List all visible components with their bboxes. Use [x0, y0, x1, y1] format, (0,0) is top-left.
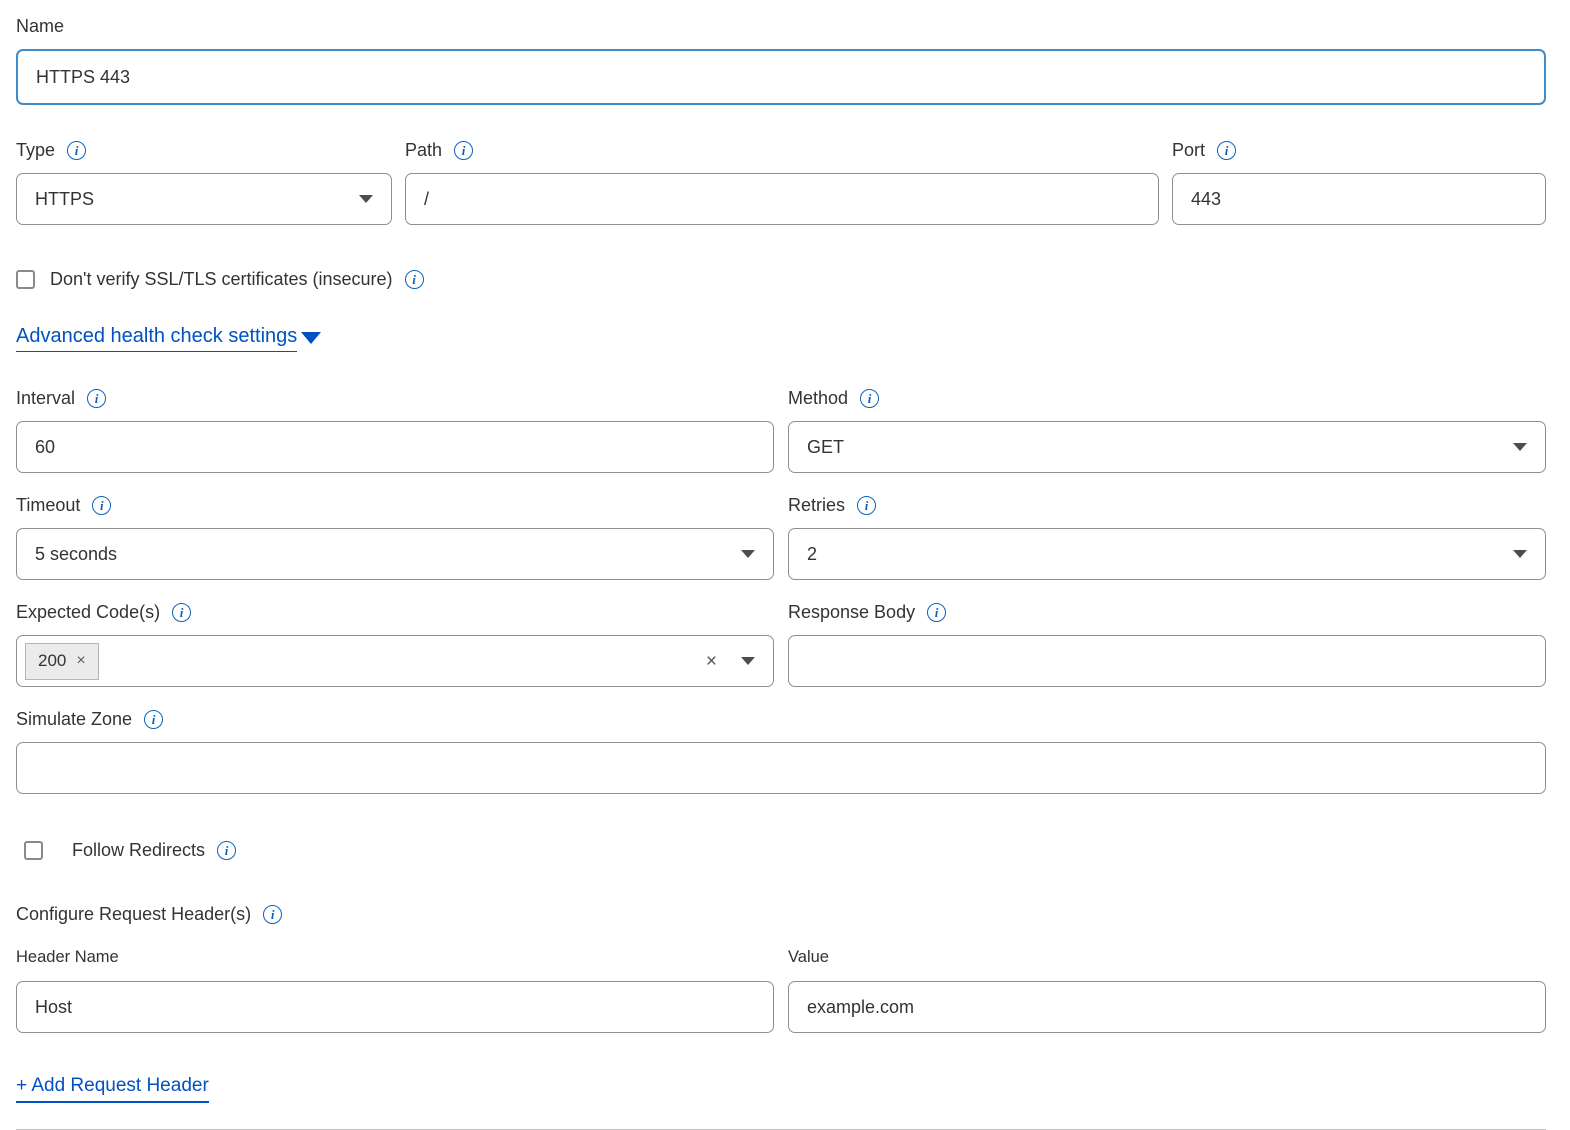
request-headers-section-label: Configure Request Header(s) — [16, 902, 251, 926]
retries-select[interactable]: 2 — [788, 528, 1546, 580]
info-icon[interactable]: i — [217, 841, 236, 860]
header-name-field-group: Header Name — [16, 948, 774, 1033]
name-field-group: Name — [16, 14, 1546, 105]
header-name-column-label: Header Name — [16, 948, 119, 967]
retries-label: Retries — [788, 493, 845, 517]
ssl-verify-row: Don't verify SSL/TLS certificates (insec… — [16, 267, 1546, 291]
health-check-form: Name Type i HTTPS Path i Port i — [16, 14, 1546, 1130]
codes-body-row: Expected Code(s) i 200 × × Response Body… — [16, 600, 1546, 687]
method-select[interactable]: GET — [788, 421, 1546, 473]
ssl-verify-checkbox[interactable] — [16, 270, 35, 289]
chevron-down-icon — [741, 657, 755, 665]
header-value-column-label: Value — [788, 948, 829, 967]
follow-redirects-row: Follow Redirects i — [16, 838, 1546, 862]
timeout-select[interactable]: 5 seconds — [16, 528, 774, 580]
chevron-down-icon — [301, 332, 321, 344]
retries-field-group: Retries i 2 — [788, 493, 1546, 580]
timeout-label: Timeout — [16, 493, 80, 517]
chevron-down-icon — [741, 550, 755, 558]
response-body-label: Response Body — [788, 600, 915, 624]
method-label: Method — [788, 386, 848, 410]
interval-method-row: Interval i Method i GET — [16, 386, 1546, 473]
remove-tag-icon[interactable]: × — [76, 653, 85, 669]
path-field-group: Path i — [405, 138, 1159, 225]
info-icon[interactable]: i — [263, 905, 282, 924]
expected-codes-select[interactable]: 200 × × — [16, 635, 774, 687]
info-icon[interactable]: i — [1217, 141, 1236, 160]
method-select-value: GET — [807, 437, 844, 458]
interval-field-group: Interval i — [16, 386, 774, 473]
expected-codes-field-group: Expected Code(s) i 200 × × — [16, 600, 774, 687]
expected-code-tag: 200 × — [25, 643, 99, 680]
follow-redirects-checkbox[interactable] — [24, 841, 43, 860]
advanced-settings-row: Advanced health check settings — [16, 325, 1546, 352]
chevron-down-icon — [1513, 550, 1527, 558]
info-icon[interactable]: i — [172, 603, 191, 622]
chevron-down-icon — [359, 195, 373, 203]
simulate-zone-input[interactable] — [16, 742, 1546, 794]
ssl-verify-label: Don't verify SSL/TLS certificates (insec… — [50, 267, 393, 291]
method-field-group: Method i GET — [788, 386, 1546, 473]
info-icon[interactable]: i — [87, 389, 106, 408]
timeout-field-group: Timeout i 5 seconds — [16, 493, 774, 580]
info-icon[interactable]: i — [454, 141, 473, 160]
advanced-settings-label: Advanced health check settings — [16, 325, 297, 348]
expected-codes-label: Expected Code(s) — [16, 600, 160, 624]
request-header-row: Header Name Value — [16, 948, 1546, 1033]
retries-select-value: 2 — [807, 544, 817, 565]
header-value-input[interactable] — [788, 981, 1546, 1033]
request-headers-section-label-row: Configure Request Header(s) i — [16, 902, 1546, 926]
info-icon[interactable]: i — [405, 270, 424, 289]
response-body-field-group: Response Body i — [788, 600, 1546, 687]
header-name-input[interactable] — [16, 981, 774, 1033]
add-request-header-link[interactable]: + Add Request Header — [16, 1075, 209, 1103]
info-icon[interactable]: i — [860, 389, 879, 408]
simulate-zone-label: Simulate Zone — [16, 707, 132, 731]
simulate-zone-field-group: Simulate Zone i — [16, 707, 1546, 794]
info-icon[interactable]: i — [857, 496, 876, 515]
advanced-settings-link[interactable]: Advanced health check settings — [16, 325, 297, 352]
follow-redirects-label: Follow Redirects — [72, 838, 205, 862]
interval-label: Interval — [16, 386, 75, 410]
path-input[interactable] — [405, 173, 1159, 225]
port-input[interactable] — [1172, 173, 1546, 225]
info-icon[interactable]: i — [144, 710, 163, 729]
path-label: Path — [405, 138, 442, 162]
port-field-group: Port i — [1172, 138, 1546, 225]
type-select-value: HTTPS — [35, 189, 94, 210]
type-field-group: Type i HTTPS — [16, 138, 392, 225]
port-label: Port — [1172, 138, 1205, 162]
chevron-down-icon — [1513, 443, 1527, 451]
header-value-field-group: Value — [788, 948, 1546, 1033]
name-input[interactable] — [16, 49, 1546, 105]
type-path-port-row: Type i HTTPS Path i Port i — [16, 138, 1546, 225]
name-label: Name — [16, 14, 64, 38]
type-select[interactable]: HTTPS — [16, 173, 392, 225]
interval-input[interactable] — [16, 421, 774, 473]
clear-all-icon[interactable]: × — [706, 652, 717, 671]
type-label: Type — [16, 138, 55, 162]
expected-code-tag-value: 200 — [38, 651, 66, 671]
timeout-retries-row: Timeout i 5 seconds Retries i 2 — [16, 493, 1546, 580]
info-icon[interactable]: i — [927, 603, 946, 622]
add-header-row: + Add Request Header — [16, 1075, 1546, 1103]
info-icon[interactable]: i — [92, 496, 111, 515]
timeout-select-value: 5 seconds — [35, 544, 117, 565]
response-body-input[interactable] — [788, 635, 1546, 687]
info-icon[interactable]: i — [67, 141, 86, 160]
